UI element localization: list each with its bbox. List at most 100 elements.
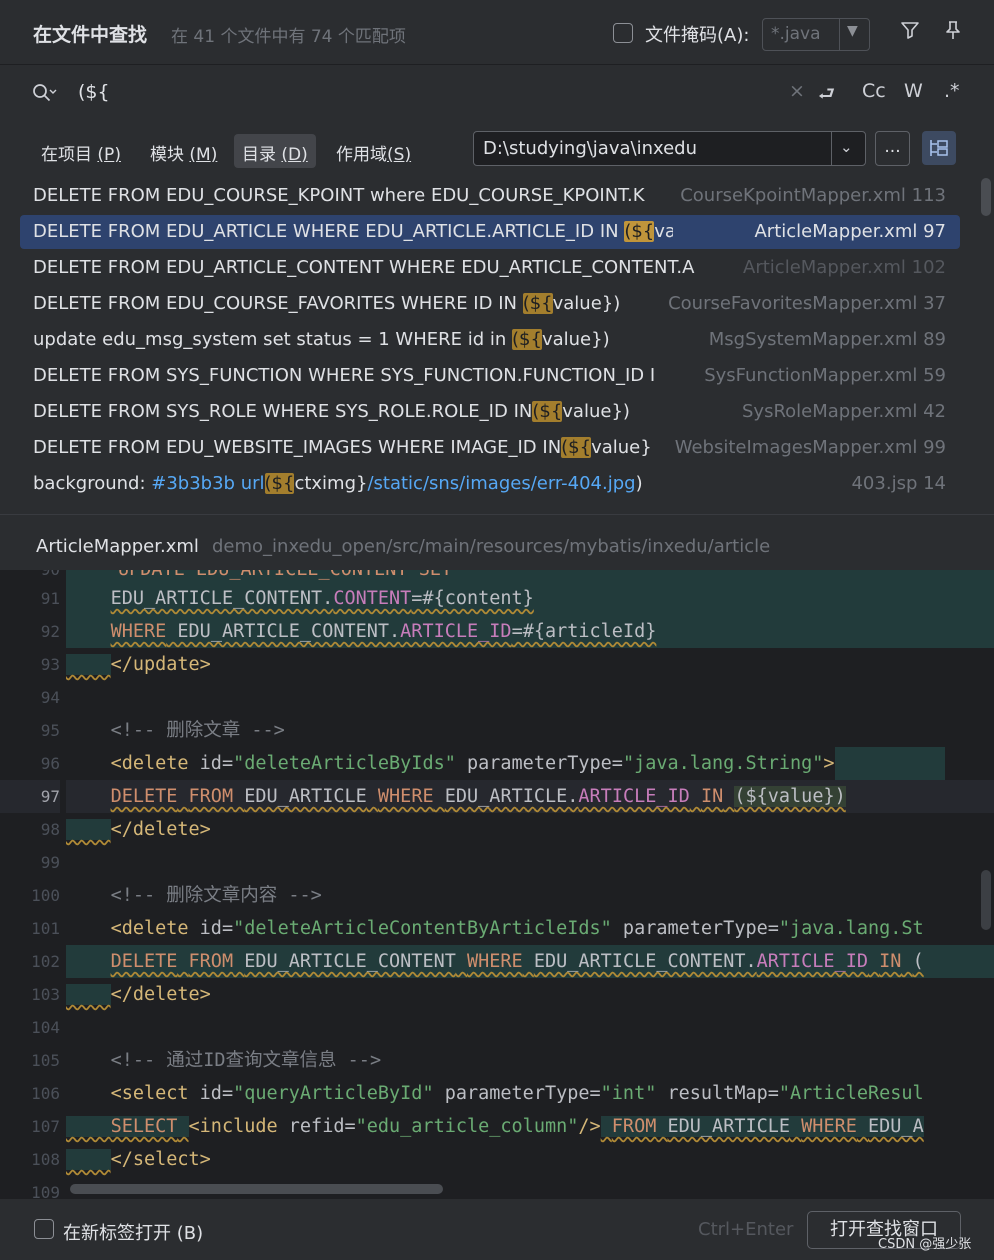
open-in-new-tab-label: 在新标签打开 (B)	[63, 1223, 204, 1244]
code-tag: />	[578, 1116, 601, 1137]
tab-directory[interactable]: 目录 (D)	[234, 134, 316, 168]
code-line: <!-- 通过ID查询文章信息 -->	[66, 1044, 994, 1077]
code-column: CONTENT	[333, 588, 412, 609]
result-row[interactable]: DELETE FROM EDU_ARTICLE_CONTENT WHERE ED…	[20, 251, 960, 285]
result-row-selected[interactable]: DELETE FROM EDU_ARTICLE WHERE EDU_ARTICL…	[20, 215, 960, 249]
code-table: EDU_ARTICLE	[667, 1116, 791, 1137]
result-text: DELETE FROM SYS_FUNCTION WHERE SYS_FUNCT…	[33, 365, 656, 386]
clear-icon[interactable]: ×	[789, 80, 805, 102]
result-post: value})	[654, 221, 673, 242]
tab-module-key: M	[196, 145, 211, 165]
code-table: EDU_ARTICLE_CONTENT.	[533, 951, 757, 972]
result-pre: DELETE FROM EDU_WEBSITE_IMAGES WHERE IMA…	[33, 437, 562, 458]
line-number: 98	[40, 820, 60, 839]
line-number: 94	[40, 688, 60, 707]
result-file: ArticleMapper.xml 97	[754, 221, 946, 242]
result-text: DELETE FROM EDU_ARTICLE WHERE EDU_ARTICL…	[33, 215, 673, 249]
search-field[interactable]: (${ × ⮐ Cc W .*	[0, 64, 994, 120]
browse-button[interactable]: ...	[875, 131, 910, 166]
code-tag: <include	[188, 1116, 289, 1137]
result-row[interactable]: background: #3b3b3b url(${ctximg}/static…	[20, 467, 960, 501]
code-keyword: SELECT	[110, 1116, 178, 1137]
code-line: </select>	[66, 1143, 994, 1176]
results-list[interactable]: DELETE FROM EDU_COURSE_KPOINT where EDU_…	[0, 178, 994, 514]
result-post: value})	[562, 401, 630, 422]
code-attr: parameterType=	[611, 918, 779, 939]
file-mask-combo[interactable]: *.java ▼	[762, 18, 870, 51]
code-keyword: WHERE	[801, 1116, 857, 1137]
code-preview[interactable]: 90 91 92 93 94 95 96 97 98 99 100 101 10…	[0, 570, 994, 1198]
result-match: (${	[512, 329, 542, 350]
result-text: update edu_msg_system set status = 1 WHE…	[33, 323, 673, 357]
tab-project[interactable]: 在项目 (P)	[33, 134, 129, 168]
code-tag: >	[823, 753, 835, 774]
code-string: "ArticleResul	[778, 1083, 924, 1104]
result-file: MsgSystemMapper.xml 89	[708, 329, 946, 350]
result-row[interactable]: update edu_msg_system set status = 1 WHE…	[20, 323, 960, 357]
code-line-current: DELETE FROM EDU_ARTICLE WHERE EDU_ARTICL…	[66, 780, 994, 813]
tab-module-label: 模块	[150, 145, 184, 165]
result-post: value}	[591, 437, 652, 458]
code-text: DELETE FROM EDU_ARTICLE WHERE EDU_ARTICL…	[111, 786, 846, 807]
whole-words-toggle[interactable]: W	[904, 80, 923, 102]
code-tag: <select	[110, 1083, 200, 1104]
code-keyword: DELETE	[110, 786, 178, 807]
code-keyword: DELETE	[110, 951, 178, 972]
result-row[interactable]: DELETE FROM SYS_ROLE WHERE SYS_ROLE.ROLE…	[20, 395, 960, 429]
line-number: 104	[31, 1018, 60, 1037]
newline-icon[interactable]: ⮐	[818, 80, 835, 112]
search-query[interactable]: (${	[78, 81, 110, 103]
search-icon[interactable]	[30, 81, 58, 110]
code-keyword: WHERE	[377, 786, 434, 807]
code-text: DELETE FROM EDU_ARTICLE_CONTENT WHERE ED…	[111, 951, 924, 972]
result-match: (${	[522, 293, 553, 314]
file-mask-checkbox[interactable]	[613, 23, 633, 43]
result-file: WebsiteImagesMapper.xml 99	[674, 437, 946, 458]
code-column: ARTICLE_ID	[400, 621, 512, 642]
result-pre: DELETE FROM SYS_ROLE WHERE SYS_ROLE.ROLE…	[33, 401, 533, 422]
code-keyword: WHERE	[467, 951, 523, 972]
tab-scope[interactable]: 作用域(S)	[328, 134, 419, 168]
result-pre: DELETE FROM EDU_COURSE_FAVORITES WHERE I…	[33, 293, 523, 314]
line-number: 107	[31, 1117, 60, 1136]
result-row[interactable]: DELETE FROM EDU_COURSE_FAVORITES WHERE I…	[20, 287, 960, 321]
editor-vertical-scrollbar[interactable]	[981, 870, 991, 930]
result-post: ctximg}	[294, 473, 368, 494]
code-string: "java.lang.St	[778, 918, 924, 939]
result-text: background: #3b3b3b url(${ctximg}/static…	[33, 467, 673, 501]
code-string: "int"	[600, 1083, 657, 1104]
result-text: DELETE FROM SYS_ROLE WHERE SYS_ROLE.ROLE…	[33, 395, 673, 429]
result-file: CourseKpointMapper.xml 113	[680, 185, 946, 206]
result-row[interactable]: DELETE FROM SYS_FUNCTION WHERE SYS_FUNCT…	[20, 359, 960, 393]
directory-combo[interactable]: D:\studying\java\inxedu ⌄	[473, 131, 866, 166]
directory-value[interactable]: D:\studying\java\inxedu	[483, 138, 697, 159]
line-number: 93	[40, 655, 60, 674]
code-value: =#{content}	[411, 588, 534, 609]
code-column: ARTICLE_ID	[756, 951, 868, 972]
open-in-new-tab-checkbox[interactable]	[34, 1219, 54, 1239]
combo-separator	[839, 19, 840, 50]
code-attr: refid=	[288, 1116, 356, 1137]
editor-horizontal-scrollbar[interactable]	[70, 1184, 443, 1194]
find-in-files-dialog: 在文件中查找 在 41 个文件中有 74 个匹配项 文件掩码(A): *.jav…	[0, 0, 994, 1260]
file-mask-label: 文件掩码(A):	[645, 25, 750, 46]
chevron-down-icon[interactable]: ▼	[847, 23, 858, 39]
result-match: (${	[624, 221, 655, 242]
regex-toggle[interactable]: .*	[944, 80, 960, 102]
tab-module[interactable]: 模块 (M)	[142, 134, 225, 168]
pin-icon[interactable]	[942, 19, 964, 46]
recursive-tree-icon[interactable]	[922, 131, 956, 165]
filter-icon[interactable]	[899, 19, 921, 46]
tab-directory-key: D	[288, 145, 302, 165]
result-file: SysRoleMapper.xml 42	[741, 401, 946, 422]
line-number: 101	[31, 919, 60, 938]
code-tag: </delete>	[110, 819, 211, 840]
line-number: 91	[40, 589, 60, 608]
result-row[interactable]: DELETE FROM EDU_WEBSITE_IMAGES WHERE IMA…	[20, 431, 960, 465]
result-file: ArticleMapper.xml 102	[743, 257, 946, 278]
code-keyword: FROM	[188, 951, 234, 972]
results-scrollbar[interactable]	[981, 178, 991, 216]
match-case-toggle[interactable]: Cc	[862, 80, 886, 102]
chevron-down-icon[interactable]: ⌄	[840, 138, 853, 156]
result-row[interactable]: DELETE FROM EDU_COURSE_KPOINT where EDU_…	[20, 179, 960, 213]
